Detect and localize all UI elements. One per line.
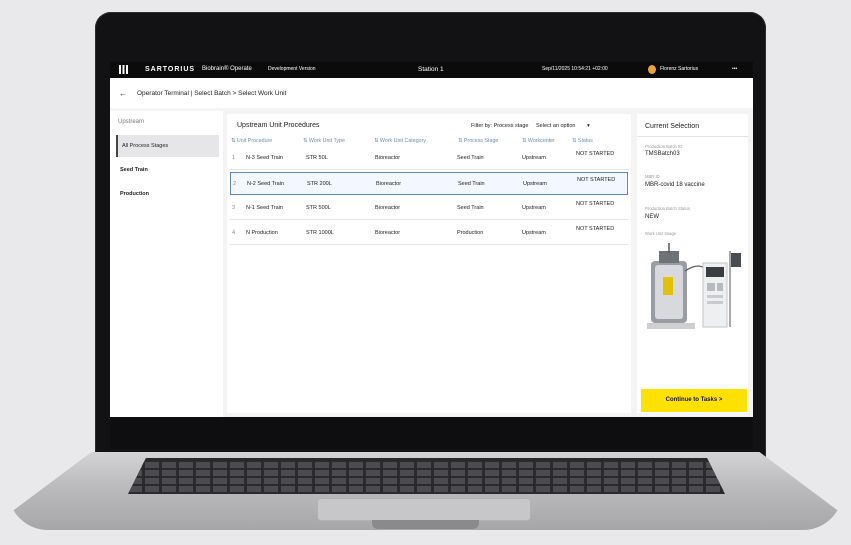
stage-item-seed-train[interactable]: Seed Train [116,159,219,181]
col-header-category[interactable]: ⇅ Work Unit Category [374,138,426,144]
current-selection-panel: Current Selection Production Batch ID TM… [637,114,748,413]
cell-workcenter: Upstream [522,230,546,236]
filter-label: Filter by: [471,123,493,129]
cell-category: Bioreactor [375,155,401,161]
cell-status: NOT STARTED [576,151,615,157]
brand-logo: SARTORIUS [145,66,196,73]
row-number: 1 [232,155,236,161]
breadcrumb-bar: ← Operator Terminal | Select Batch > Sel… [110,78,753,108]
stage-item-production[interactable]: Production [116,183,219,205]
unit-procedures-table: Upstream Unit Procedures Filter by: Proc… [227,114,631,413]
user-name[interactable]: Florenz Sartorius [660,66,698,72]
cell-stage: Seed Train [457,155,484,161]
app-screen: SARTORIUS Biobrain® Operate Development … [110,62,753,417]
mbr-id-label: MBR ID [645,174,660,179]
col-header-stage[interactable]: ⇅ Process Stage [458,138,498,144]
batch-status-value: NEW [645,214,659,220]
version-label: Development Version [268,66,316,72]
table-row[interactable]: 4 N Production STR 1000L Bioreactor Prod… [230,222,628,245]
app-name: Biobrain® Operate [202,66,252,72]
cell-type: STR 1000L [306,230,334,236]
panel-title: Upstream [118,119,145,125]
cell-workcenter: Upstream [522,205,546,211]
cell-category: Bioreactor [376,181,402,187]
cell-workcenter: Upstream [523,181,547,187]
lid-notch [372,520,479,529]
row-number: 4 [232,230,236,236]
cell-stage: Production [457,230,484,236]
cell-stage: Seed Train [458,181,485,187]
table-title: Upstream Unit Procedures [237,122,320,129]
work-unit-image-label: Work Unit Image [645,231,677,236]
col-header-status[interactable]: ⇅ Status [572,138,593,144]
datetime: Sep/11/2025 10:54:21 +02:00 [542,66,608,72]
batch-id-label: Production Batch ID [645,144,683,149]
stage-item-all[interactable]: All Process Stages [116,135,219,157]
filter-select[interactable]: Select an option [536,123,575,129]
selection-title: Current Selection [645,123,700,130]
cell-procedure: N-1 Seed Train [246,205,283,211]
row-number: 3 [232,205,236,211]
trackpad [318,499,530,520]
mbr-id-value: MBR-covid 18 vaccine [645,182,705,188]
chevron-down-icon[interactable]: ▾ [587,123,590,129]
cell-type: STR 500L [306,205,331,211]
continue-to-tasks-button[interactable]: Continue to Tasks > [641,389,747,412]
user-avatar-icon[interactable] [648,65,656,74]
cell-category: Bioreactor [375,230,401,236]
keyboard [128,458,725,494]
table-row[interactable]: 1 N-3 Seed Train STR 50L Bioreactor Seed… [230,147,628,170]
batch-status-label: Production Batch Status [645,206,690,211]
cell-status: NOT STARTED [576,201,615,207]
cell-procedure: N Production [246,230,278,236]
batch-id-value: TMSBatch03 [645,151,680,157]
col-header-workcenter[interactable]: ⇅ Workcenter [522,138,555,144]
breadcrumb: Operator Terminal | Select Batch > Selec… [137,90,287,97]
screen-bezel-bottom [110,417,753,449]
cell-status: NOT STARTED [576,226,615,232]
bioreactor-image [647,243,741,329]
cell-status: NOT STARTED [577,177,616,183]
app-header: SARTORIUS Biobrain® Operate Development … [110,62,753,78]
cell-type: STR 200L [307,181,332,187]
cell-procedure: N-3 Seed Train [246,155,283,161]
more-menu[interactable]: ••• [732,66,737,72]
cell-procedure: N-2 Seed Train [247,181,284,187]
table-row-selected[interactable]: 2 N-2 Seed Train STR 200L Bioreactor See… [230,172,628,195]
process-stage-filter[interactable]: Filter by: Process stage Select an optio… [471,123,590,129]
table-row[interactable]: 3 N-1 Seed Train STR 500L Bioreactor See… [230,197,628,220]
cell-workcenter: Upstream [522,155,546,161]
row-number: 2 [233,181,237,187]
grid-icon[interactable] [119,65,128,74]
back-arrow-icon[interactable]: ← [119,89,127,98]
filter-field: Process stage [493,123,529,129]
process-stage-panel: Upstream All Process Stages Seed Train P… [110,111,223,417]
cell-category: Bioreactor [375,205,401,211]
station-label: Station 1 [418,66,444,73]
col-header-type[interactable]: ⇅ Work Unit Type [303,138,345,144]
col-header-procedure[interactable]: ⇅ Unit Procedure [231,138,272,144]
cell-stage: Seed Train [457,205,484,211]
cell-type: STR 50L [306,155,328,161]
